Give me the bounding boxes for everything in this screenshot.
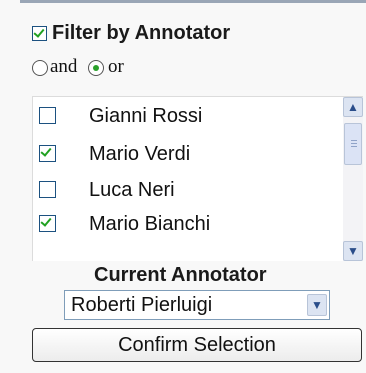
and-label: and	[50, 56, 78, 77]
current-annotator-select[interactable]: Roberti Pierluigi ▼	[64, 290, 330, 320]
scroll-down-button[interactable]: ▼	[343, 241, 363, 261]
list-item[interactable]: Mario Bianchi	[33, 209, 333, 239]
and-radio[interactable]	[32, 60, 48, 76]
current-annotator-title: Current Annotator	[94, 264, 267, 286]
scroll-thumb[interactable]	[344, 123, 362, 165]
chevron-up-icon: ▲	[347, 100, 359, 114]
annotator-checkbox[interactable]	[39, 145, 56, 162]
annotator-list[interactable]: Gianni Rossi Mario Verdi Luca Neri Mario…	[32, 96, 363, 261]
grip-line	[351, 146, 357, 147]
or-radio[interactable]	[88, 60, 104, 76]
chevron-down-icon: ▼	[311, 298, 323, 312]
annotator-label: Luca Neri	[89, 179, 175, 201]
list-item[interactable]: Gianni Rossi	[33, 101, 333, 131]
annotator-checkbox[interactable]	[39, 215, 56, 232]
top-divider	[20, 0, 366, 3]
annotator-label: Mario Verdi	[89, 143, 191, 165]
filter-checkbox[interactable]	[32, 26, 47, 41]
annotator-filter-panel: Filter by Annotator and or Gianni Rossi …	[0, 0, 366, 373]
grip-line	[351, 143, 357, 144]
current-annotator-value: Roberti Pierluigi	[71, 294, 213, 316]
or-label: or	[108, 56, 124, 77]
list-item[interactable]: Luca Neri	[33, 175, 333, 205]
chevron-down-icon: ▼	[347, 244, 359, 258]
annotator-label: Mario Bianchi	[89, 213, 211, 235]
filter-label: Filter by Annotator	[52, 22, 231, 44]
grip-line	[351, 140, 357, 141]
annotator-label: Gianni Rossi	[89, 105, 203, 127]
annotator-checkbox[interactable]	[39, 107, 56, 124]
select-dropdown-button[interactable]: ▼	[307, 294, 327, 316]
scroll-up-button[interactable]: ▲	[343, 97, 363, 117]
annotator-checkbox[interactable]	[39, 181, 56, 198]
list-scrollbar[interactable]: ▲ ▼	[343, 97, 363, 261]
list-item[interactable]: Mario Verdi	[33, 139, 333, 169]
confirm-selection-button[interactable]: Confirm Selection	[32, 328, 362, 362]
